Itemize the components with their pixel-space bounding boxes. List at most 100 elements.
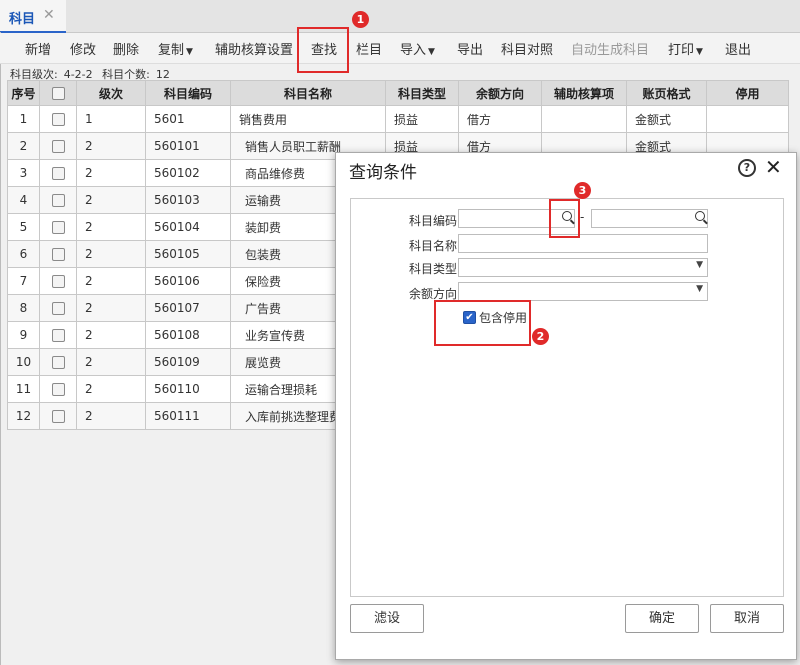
row-number: 5: [7, 213, 40, 241]
row-code: 5601: [145, 105, 231, 133]
row-code: 560102: [145, 159, 231, 187]
delete-button[interactable]: 删除: [113, 39, 139, 58]
checkbox-icon: [51, 221, 65, 234]
checkbox-icon: [51, 140, 65, 153]
auto-generate-button[interactable]: 自动生成科目: [571, 39, 649, 58]
exit-button[interactable]: 退出: [725, 39, 751, 58]
print-menu-button[interactable]: 打印 ▼: [668, 39, 703, 58]
col-header[interactable]: 科目编码: [145, 80, 231, 106]
type-label: 科目类型: [408, 262, 457, 276]
edit-button[interactable]: 修改: [70, 39, 96, 58]
col-header[interactable]: 账页格式: [626, 80, 707, 106]
tab-bar: 科目 ✕: [0, 0, 800, 33]
ok-button[interactable]: 确定: [625, 604, 699, 633]
type-select[interactable]: ▼: [458, 258, 708, 277]
compare-button[interactable]: 科目对照: [501, 39, 553, 58]
checkbox-icon: [51, 329, 65, 342]
row-direction: 借方: [458, 105, 542, 133]
search-icon[interactable]: [695, 211, 705, 221]
dialog-title: 查询条件: [349, 163, 417, 183]
col-header[interactable]: 停用: [706, 80, 789, 106]
chevron-down-icon: ▼: [428, 47, 435, 57]
row-aux: [541, 105, 627, 133]
checkbox-icon: [51, 113, 65, 126]
row-level: 2: [76, 321, 146, 349]
range-separator: -: [580, 210, 585, 224]
step-badge-2: 2: [532, 328, 549, 345]
row-code: 560104: [145, 213, 231, 241]
code-label: 科目编码: [408, 214, 457, 228]
col-header[interactable]: 辅助核算项: [541, 80, 627, 106]
col-header[interactable]: 序号: [7, 80, 40, 106]
checkbox-icon: [51, 302, 65, 315]
checkbox-icon: [51, 275, 65, 288]
checkbox-icon: [51, 194, 65, 207]
row-level: 2: [76, 294, 146, 322]
add-button[interactable]: 新增: [25, 39, 51, 58]
row-code: 560105: [145, 240, 231, 268]
name-label: 科目名称: [408, 239, 457, 253]
aux-settings-button[interactable]: 辅助核算设置: [215, 39, 293, 58]
row-number: 6: [7, 240, 40, 268]
tab-subjects[interactable]: 科目 ✕: [0, 0, 66, 33]
row-level: 2: [76, 132, 146, 160]
col-header[interactable]: 级次: [76, 80, 146, 106]
row-checkbox[interactable]: [39, 294, 77, 322]
select-all-checkbox[interactable]: [39, 80, 77, 106]
copy-label: 复制: [158, 43, 185, 58]
col-header[interactable]: 科目类型: [385, 80, 459, 106]
row-format: 金额式: [626, 105, 707, 133]
row-checkbox[interactable]: [39, 375, 77, 403]
left-border: [0, 32, 1, 665]
row-number: 4: [7, 186, 40, 214]
row-type: 损益: [385, 105, 459, 133]
row-checkbox[interactable]: [39, 348, 77, 376]
col-header[interactable]: 余额方向: [458, 80, 542, 106]
code-to-input[interactable]: [591, 209, 708, 228]
close-icon[interactable]: ✕: [765, 155, 782, 179]
row-number: 3: [7, 159, 40, 187]
row-checkbox[interactable]: [39, 132, 77, 160]
checkbox-icon: [51, 167, 65, 180]
row-level: 2: [76, 375, 146, 403]
tab-close-icon[interactable]: ✕: [43, 7, 55, 23]
row-number: 8: [7, 294, 40, 322]
table-row[interactable]: 1 1 5601 销售费用 损益 借方 金额式: [7, 105, 789, 133]
checkbox-icon: [51, 410, 65, 423]
dialog-body: 科目编码 - 科目名称 科目类型 ▼ 余额方向 ▼ ✔ 包含停用 2 3: [350, 182, 784, 597]
columns-button[interactable]: 栏目: [356, 39, 382, 58]
export-button[interactable]: 导出: [457, 39, 483, 58]
row-checkbox[interactable]: [39, 321, 77, 349]
step-badge-1: 1: [352, 11, 369, 28]
row-checkbox[interactable]: [39, 105, 77, 133]
help-icon[interactable]: ?: [738, 159, 756, 177]
import-menu-button[interactable]: 导入 ▼: [400, 39, 435, 58]
direction-select[interactable]: ▼: [458, 282, 708, 301]
name-input[interactable]: [458, 234, 708, 253]
col-header[interactable]: 科目名称: [230, 80, 386, 106]
row-level: 2: [76, 348, 146, 376]
copy-menu-button[interactable]: 复制 ▼: [158, 39, 193, 58]
row-level: 1: [76, 105, 146, 133]
chevron-down-icon: ▼: [696, 260, 703, 270]
row-number: 10: [7, 348, 40, 376]
row-code: 560103: [145, 186, 231, 214]
row-disabled: [706, 105, 789, 133]
row-checkbox[interactable]: [39, 159, 77, 187]
filter-button[interactable]: 滤设: [350, 604, 424, 633]
row-number: 7: [7, 267, 40, 295]
toolbar: 新增 修改 删除 复制 ▼ 辅助核算设置 查找 栏目 导入 ▼ 导出 科目对照 自动…: [0, 33, 800, 64]
print-label: 打印: [668, 43, 695, 58]
row-checkbox[interactable]: [39, 186, 77, 214]
row-checkbox[interactable]: [39, 213, 77, 241]
row-checkbox[interactable]: [39, 402, 77, 430]
row-code: 560106: [145, 267, 231, 295]
row-level: 2: [76, 159, 146, 187]
row-level: 2: [76, 240, 146, 268]
cancel-button[interactable]: 取消: [710, 604, 784, 633]
row-number: 9: [7, 321, 40, 349]
row-checkbox[interactable]: [39, 240, 77, 268]
row-level: 2: [76, 213, 146, 241]
row-checkbox[interactable]: [39, 267, 77, 295]
row-code: 560108: [145, 321, 231, 349]
